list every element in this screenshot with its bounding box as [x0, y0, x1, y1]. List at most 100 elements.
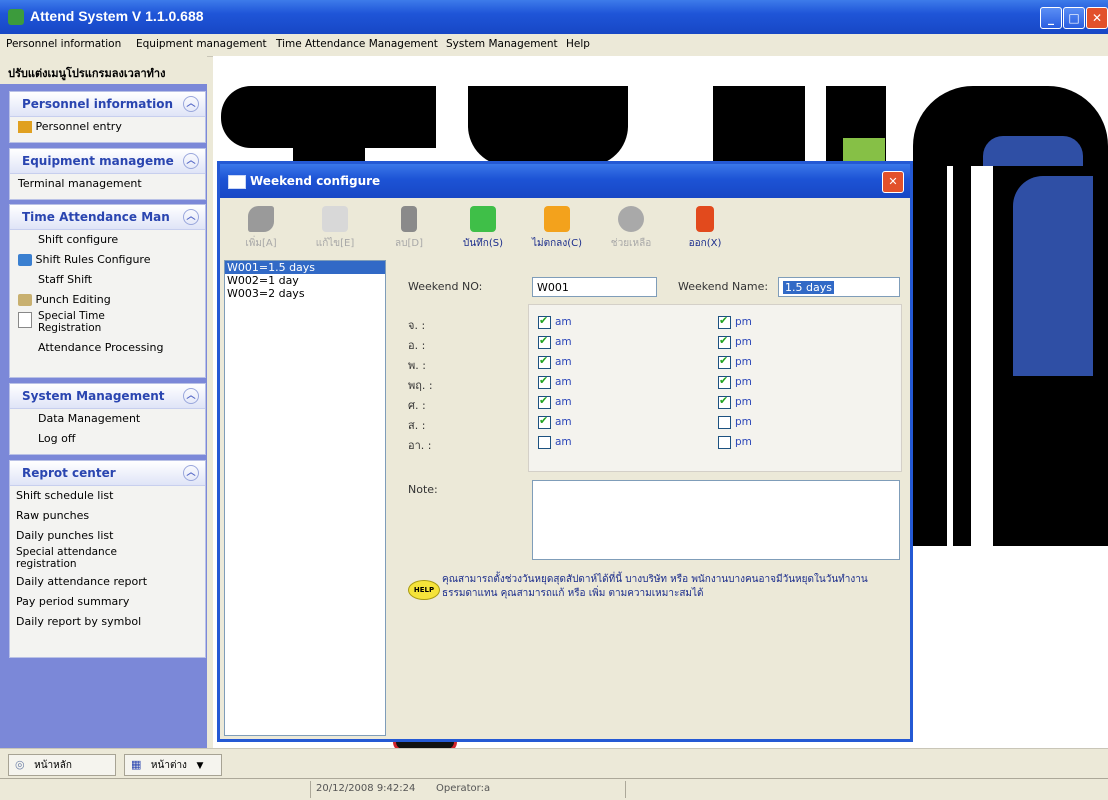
- sidebar-item-terminal-management[interactable]: Terminal management: [10, 174, 205, 194]
- sidebar-item-shift-configure[interactable]: Shift configure: [10, 230, 205, 250]
- day-row: อา. : am pm: [408, 434, 898, 452]
- sidebar-group-header[interactable]: Reprot center ︿: [10, 461, 205, 486]
- sidebar-item-daily-punches-list[interactable]: Daily punches list: [10, 526, 205, 546]
- pm-checkbox[interactable]: pm: [718, 314, 752, 329]
- collapse-icon[interactable]: ︿: [183, 209, 199, 225]
- day-label: ส. :: [408, 419, 426, 432]
- day-row: ส. : am pm: [408, 414, 898, 433]
- sidebar-item-punch-editing[interactable]: Punch Editing: [10, 290, 205, 310]
- status-datetime: 20/12/2008 9:42:24: [316, 783, 416, 794]
- am-checkbox[interactable]: am: [538, 394, 572, 409]
- exit-button[interactable]: ออก(X): [668, 198, 742, 256]
- sidebar-item-data-management[interactable]: Data Management: [10, 409, 205, 429]
- am-checkbox[interactable]: am: [538, 435, 572, 449]
- window-icon: [228, 175, 246, 189]
- day-label: อา. :: [408, 439, 432, 452]
- weekend-no-field[interactable]: W001: [532, 277, 657, 297]
- menu-time-attendance-management[interactable]: Time Attendance Management: [276, 38, 438, 50]
- delete-button[interactable]: ลบ[D]: [372, 198, 446, 256]
- app-icon: [8, 9, 24, 25]
- sidebar-group-header[interactable]: Time Attendance Man ︿: [10, 205, 205, 230]
- sidebar-group-header[interactable]: Personnel information ︿: [10, 92, 205, 117]
- pm-checkbox[interactable]: pm: [718, 334, 752, 349]
- sidebar-item-personnel-entry[interactable]: Personnel entry: [10, 117, 205, 137]
- weekend-list[interactable]: W001=1.5 days W002=1 day W003=2 days: [224, 260, 386, 736]
- document-icon: [18, 312, 32, 328]
- taskbar: ◎ หน้าหลัก ▦ หน้าต่าง ▼: [0, 748, 1108, 779]
- window-grid-icon: ▦: [131, 758, 142, 771]
- menu-system-management[interactable]: System Management: [446, 38, 558, 50]
- sidebar-item-shift-rules-configure[interactable]: Shift Rules Configure: [10, 250, 205, 270]
- day-label: พ. :: [408, 359, 426, 372]
- sidebar-item-special-time-registration[interactable]: Special Time Registration: [10, 310, 205, 338]
- pm-checkbox[interactable]: pm: [718, 374, 752, 389]
- weekend-no-label: Weekend NO:: [408, 280, 483, 293]
- sidebar-group-report-center: Reprot center ︿ Shift schedule list Raw …: [9, 460, 206, 658]
- day-row: จ. : am pm: [408, 314, 898, 333]
- pm-checkbox[interactable]: pm: [718, 354, 752, 369]
- help-badge-icon: HELP: [408, 580, 440, 600]
- maximize-icon[interactable]: □: [1063, 7, 1085, 29]
- home-icon: ◎: [15, 758, 25, 771]
- sidebar-item-daily-report-by-symbol[interactable]: Daily report by symbol: [10, 612, 205, 632]
- list-item[interactable]: W003=2 days: [225, 287, 385, 300]
- am-checkbox[interactable]: am: [538, 334, 572, 349]
- pm-checkbox[interactable]: pm: [718, 435, 752, 449]
- collapse-icon[interactable]: ︿: [183, 153, 199, 169]
- am-checkbox[interactable]: am: [538, 314, 572, 329]
- edit-button[interactable]: แก้ไข[E]: [298, 198, 372, 256]
- am-checkbox[interactable]: am: [538, 414, 572, 429]
- day-row: ศ. : am pm: [408, 394, 898, 413]
- sidebar-group-header[interactable]: Equipment manageme ︿: [10, 149, 205, 174]
- am-checkbox[interactable]: am: [538, 374, 572, 389]
- exit-icon: [696, 206, 714, 232]
- menu-help[interactable]: Help: [566, 38, 590, 50]
- sidebar-item-pay-period-summary[interactable]: Pay period summary: [10, 592, 205, 612]
- am-checkbox[interactable]: am: [538, 354, 572, 369]
- sidebar-item-special-attendance-registration[interactable]: Special attendance registration: [10, 546, 205, 572]
- cancel-icon: [544, 206, 570, 232]
- window-menu-button[interactable]: ▦ หน้าต่าง ▼: [124, 754, 222, 776]
- help-icon: [618, 206, 644, 232]
- pm-checkbox[interactable]: pm: [718, 415, 752, 429]
- window-titlebar[interactable]: Attend System V 1.1.0.688 _ □ ✕: [0, 0, 1108, 34]
- list-item[interactable]: W002=1 day: [225, 274, 385, 287]
- minimize-icon[interactable]: _: [1040, 7, 1062, 29]
- weekend-name-label: Weekend Name:: [678, 280, 769, 293]
- add-button[interactable]: เพิ่ม[A]: [224, 198, 298, 256]
- dialog-titlebar[interactable]: Weekend configure ✕: [220, 164, 910, 198]
- close-icon[interactable]: ✕: [1086, 7, 1108, 29]
- day-label: พฤ. :: [408, 379, 433, 392]
- pm-checkbox[interactable]: pm: [718, 394, 752, 409]
- weekend-form: Weekend NO: W001 Weekend Name: 1.5 days …: [388, 260, 905, 734]
- collapse-icon[interactable]: ︿: [183, 388, 199, 404]
- rules-icon: [18, 254, 32, 266]
- menu-personnel-information[interactable]: Personnel information: [6, 38, 121, 50]
- delete-icon: [401, 206, 417, 232]
- sidebar-group-time-attendance: Time Attendance Man ︿ Shift configure Sh…: [9, 204, 206, 378]
- collapse-icon[interactable]: ︿: [183, 96, 199, 112]
- menu-bar: Personnel information Equipment manageme…: [0, 34, 1108, 57]
- sidebar-group-header[interactable]: System Management ︿: [10, 384, 205, 409]
- add-icon: [248, 206, 274, 232]
- weekend-name-field[interactable]: 1.5 days: [778, 277, 900, 297]
- list-item[interactable]: W001=1.5 days: [225, 261, 385, 274]
- status-bar: 20/12/2008 9:42:24 Operator:a: [0, 778, 1108, 800]
- sidebar-item-log-off[interactable]: Log off: [10, 429, 205, 449]
- save-button[interactable]: บันทึก(S): [446, 198, 520, 256]
- close-icon[interactable]: ✕: [882, 171, 904, 193]
- help-button[interactable]: ช่วยเหลือ: [594, 198, 668, 256]
- day-label: จ. :: [408, 319, 426, 332]
- sidebar-group-personnel: Personnel information ︿ Personnel entry: [9, 91, 206, 143]
- cancel-button[interactable]: ไม่ตกลง(C): [520, 198, 594, 256]
- sidebar-item-raw-punches[interactable]: Raw punches: [10, 506, 205, 526]
- sidebar-item-shift-schedule-list[interactable]: Shift schedule list: [10, 486, 205, 506]
- home-button[interactable]: ◎ หน้าหลัก: [8, 754, 116, 776]
- sidebar-item-attendance-processing[interactable]: Attendance Processing: [10, 338, 205, 358]
- edit-icon: [322, 206, 348, 232]
- collapse-icon[interactable]: ︿: [183, 465, 199, 481]
- note-field[interactable]: [532, 480, 900, 560]
- sidebar-item-staff-shift[interactable]: Staff Shift: [10, 270, 205, 290]
- sidebar-item-daily-attendance-report[interactable]: Daily attendance report: [10, 572, 205, 592]
- menu-equipment-management[interactable]: Equipment management: [136, 38, 267, 50]
